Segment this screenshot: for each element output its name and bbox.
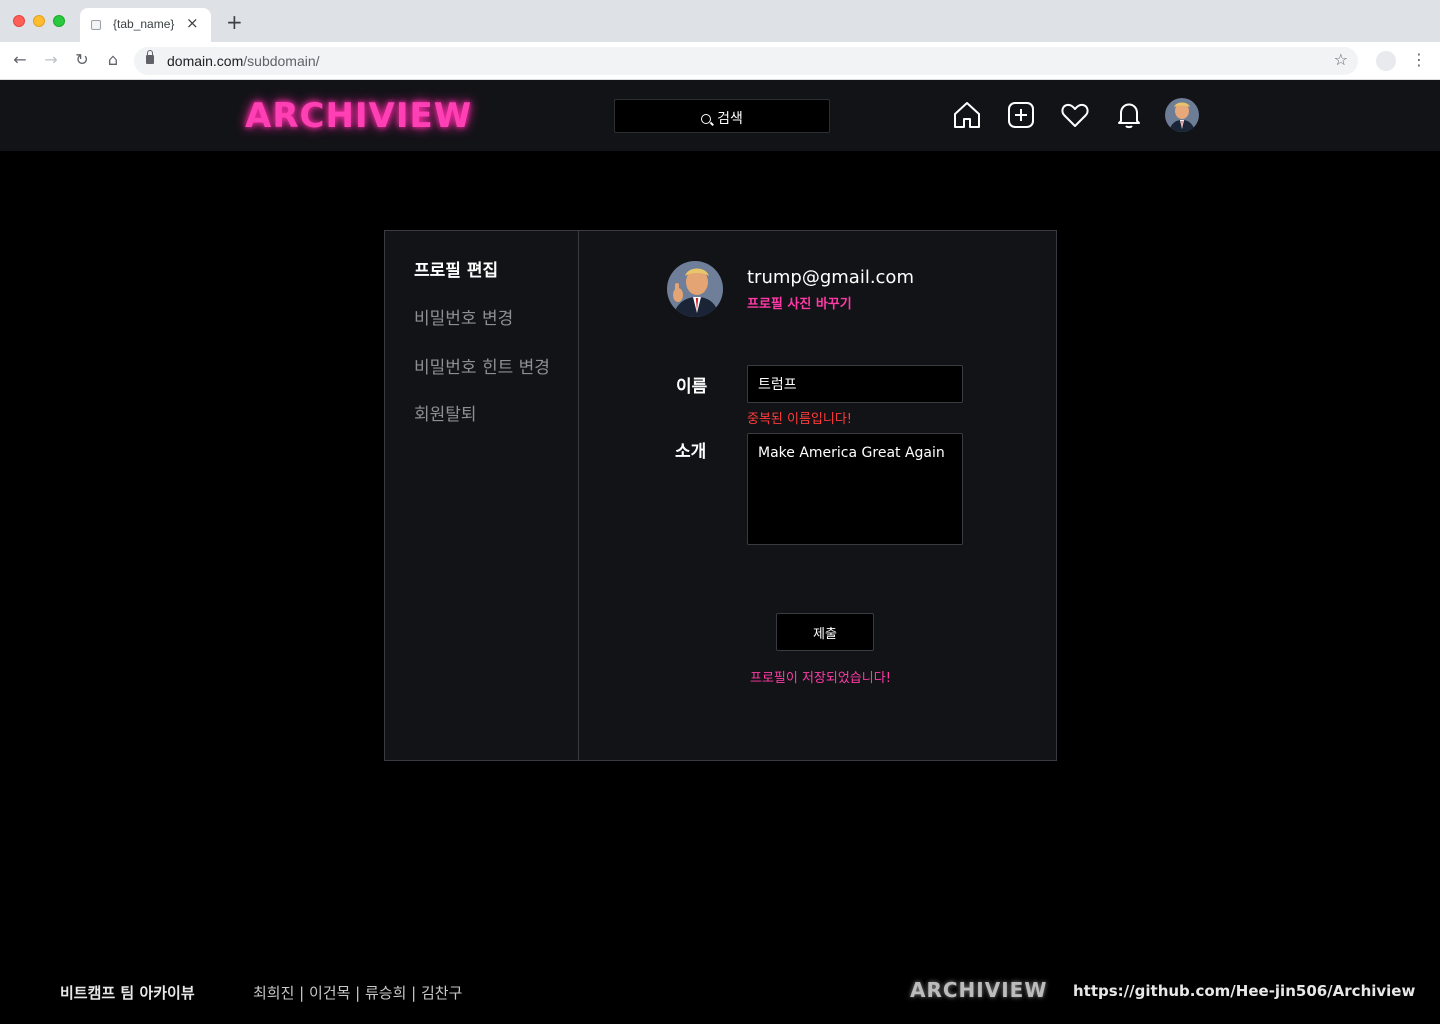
search-icon [701,114,712,124]
tab-title: {tab_name} [113,17,175,31]
site-logo[interactable]: ARCHIVIEW [245,96,472,136]
sidebar-item-edit-profile[interactable]: 프로필 편집 [414,256,498,281]
sidebar-item-withdraw[interactable]: 회원탈퇴 [414,400,477,425]
site-footer: 비트캠프 팀 아카이뷰 최희진 | 이건목 | 류승희 | 김찬구 ARCHIV… [0,970,1440,1010]
window-minimize-button[interactable] [33,15,45,27]
name-label: 이름 [676,377,708,397]
reload-icon[interactable]: ↻ [72,50,92,69]
save-success-message: 프로필이 저장되었습니다! [750,671,891,686]
settings-sidebar: 프로필 편집 비밀번호 변경 비밀번호 힌트 변경 회원탈퇴 [385,231,579,760]
profile-email: trump@gmail.com [747,267,914,288]
footer-team-name: 비트캠프 팀 아카이뷰 [60,984,195,1002]
new-tab-button[interactable]: + [226,12,243,32]
window-maximize-button[interactable] [53,15,65,27]
window-close-button[interactable] [13,15,25,27]
browser-toolbar: ← → ↻ ⌂ domain.com/subdomain/ ☆ ⋮ [0,42,1440,80]
bell-icon[interactable] [1114,100,1144,130]
app-header: ARCHIVIEW 검색 [0,80,1440,151]
name-error-message: 중복된 이름입니다! [747,412,853,427]
url-text: domain.com/subdomain/ [167,53,320,69]
browser-tab-strip: {tab_name} × + [0,0,1440,42]
submit-button[interactable]: 제출 [776,613,874,651]
profile-photo [667,261,723,317]
search-label: 검색 [717,111,743,127]
browser-menu-icon[interactable]: ⋮ [1411,50,1427,69]
footer-repo-link[interactable]: https://github.com/Hee-jin506/Archiview [1073,982,1415,1000]
address-bar[interactable]: domain.com/subdomain/ ☆ [134,47,1358,75]
name-input[interactable] [747,365,963,403]
page-icon [91,20,101,30]
home-icon[interactable] [952,100,982,130]
lock-icon [146,50,154,64]
back-icon[interactable]: ← [10,50,30,69]
footer-members: 최희진 | 이건목 | 류승희 | 김찬구 [253,984,463,1002]
footer-logo: ARCHIVIEW [910,978,1048,1002]
close-icon[interactable]: × [186,14,199,32]
search-input[interactable]: 검색 [614,99,830,133]
heart-icon[interactable] [1060,100,1090,130]
change-photo-link[interactable]: 프로필 사진 바꾸기 [747,293,852,312]
settings-card: 프로필 편집 비밀번호 변경 비밀번호 힌트 변경 회원탈퇴 trump@gma… [384,230,1057,761]
forward-icon[interactable]: → [41,50,61,69]
browser-profile-icon[interactable] [1376,51,1396,71]
bookmark-star-icon[interactable]: ☆ [1334,50,1348,69]
add-post-icon[interactable] [1006,100,1036,130]
sidebar-item-change-password-hint[interactable]: 비밀번호 힌트 변경 [414,353,550,378]
bio-textarea[interactable]: Make America Great Again [747,433,963,545]
bio-label: 소개 [675,442,707,462]
home-browser-icon[interactable]: ⌂ [103,50,123,69]
profile-avatar[interactable] [1165,98,1199,132]
sidebar-item-change-password[interactable]: 비밀번호 변경 [414,304,513,329]
browser-tab[interactable]: {tab_name} × [80,8,211,42]
